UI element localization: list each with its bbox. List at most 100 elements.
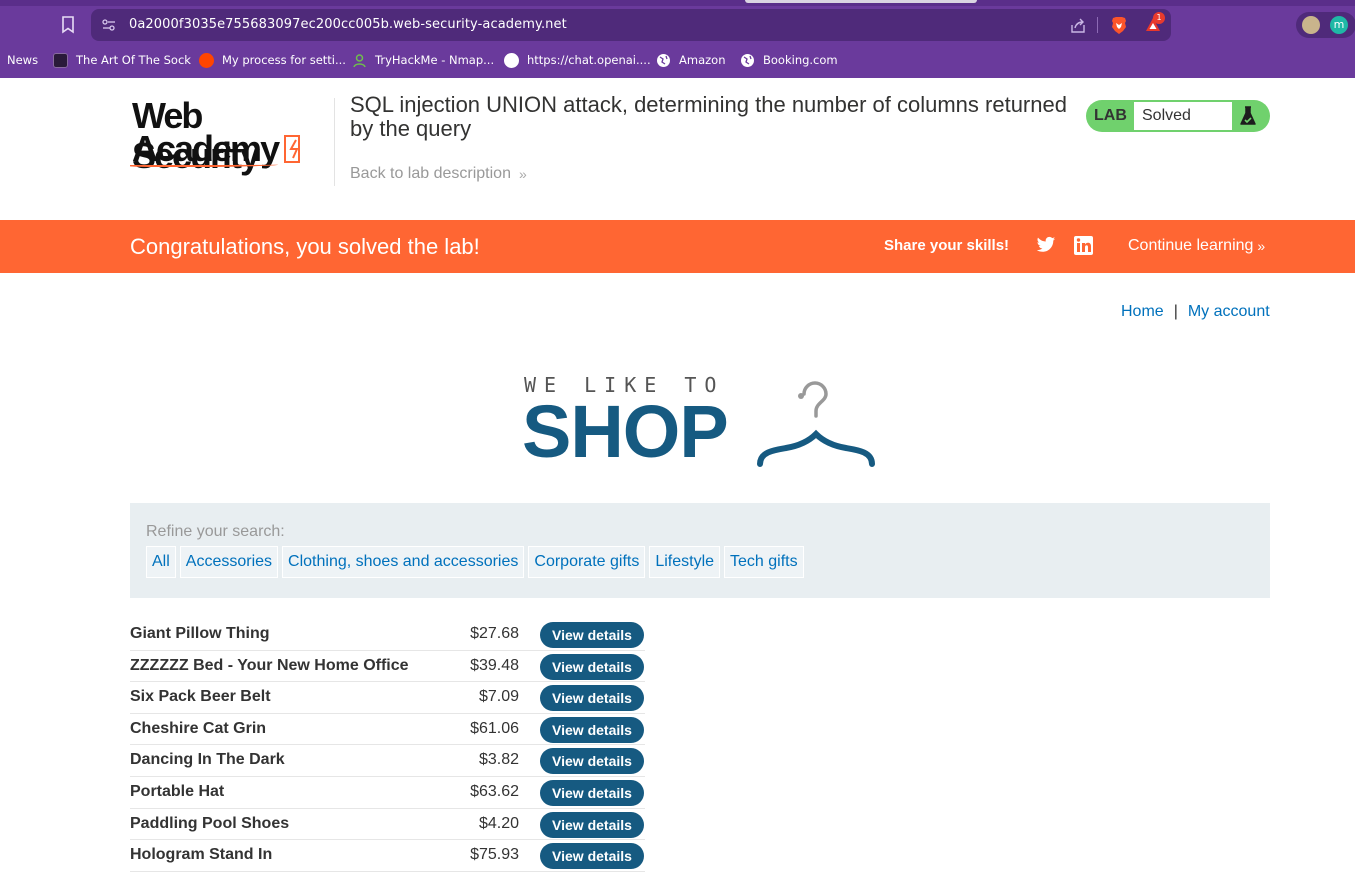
continue-learning-label: Continue learning	[1128, 237, 1254, 254]
table-row: Dancing In The Dark $3.82 View details	[130, 745, 645, 777]
filter-tech-gifts[interactable]: Tech gifts	[724, 546, 804, 578]
share-skills-label: Share your skills!	[884, 237, 1010, 254]
avatar[interactable]	[1302, 16, 1320, 34]
double-chevron-right-icon: »	[1257, 238, 1266, 254]
lab-status-label: LAB	[1094, 107, 1127, 124]
lab-status-value: Solved	[1142, 107, 1191, 124]
bookmark-label: News	[7, 53, 39, 67]
product-price: $39.48	[470, 656, 519, 674]
table-row: Paddling Pool Shoes $4.20 View details	[130, 809, 645, 841]
top-nav: Home | My account	[1121, 303, 1270, 321]
table-row: Six Pack Beer Belt $7.09 View details	[130, 682, 645, 714]
lab-status-value-box: Solved	[1134, 102, 1232, 130]
bookmark-label: My process for setti...	[222, 53, 346, 67]
bookmark-label: The Art Of The Sock	[76, 53, 191, 67]
bookmark-page-icon[interactable]	[58, 15, 78, 35]
globe-icon	[656, 53, 671, 68]
product-name: Cheshire Cat Grin	[130, 719, 267, 737]
filter-corporate-gifts[interactable]: Corporate gifts	[528, 546, 646, 578]
header-divider	[334, 98, 335, 186]
flask-icon	[1236, 104, 1260, 128]
product-price: $63.62	[470, 782, 519, 800]
linkedin-icon[interactable]	[1074, 236, 1093, 255]
home-link[interactable]: Home	[1121, 303, 1164, 321]
share-icon[interactable]	[1069, 17, 1087, 35]
bookmark-news[interactable]: News	[7, 51, 38, 69]
double-chevron-right-icon: »	[518, 166, 527, 182]
product-price: $4.20	[478, 814, 519, 832]
view-details-button[interactable]: View details	[540, 779, 644, 806]
product-name: Portable Hat	[130, 782, 225, 800]
view-details-button[interactable]: View details	[540, 748, 644, 775]
filter-accessories[interactable]: Accessories	[179, 546, 279, 578]
address-bar-divider	[1097, 17, 1098, 33]
category-filters: All Accessories Clothing, shoes and acce…	[146, 546, 808, 578]
web-security-academy-logo[interactable]: Web Security Academy	[130, 96, 335, 176]
url-text[interactable]: 0a2000f3035e755683097ec200cc005b.web-sec…	[129, 17, 567, 32]
academy-header: Web Security Academy SQL injection UNION…	[0, 78, 1355, 220]
tab-edge[interactable]	[745, 0, 977, 3]
my-account-link[interactable]: My account	[1188, 303, 1270, 321]
filter-lifestyle[interactable]: Lifestyle	[649, 546, 721, 578]
brave-shields-icon[interactable]	[1109, 15, 1129, 35]
reddit-icon	[199, 52, 214, 68]
refine-search-label: Refine your search:	[146, 523, 285, 540]
product-name: Giant Pillow Thing	[130, 625, 270, 642]
congratulations-message: Congratulations, you solved the lab!	[130, 234, 480, 259]
shop-logo: WE LIKE TO SHOP	[520, 370, 880, 473]
bookmark-amazon[interactable]: Amazon	[656, 51, 725, 69]
table-row: Portable Hat $63.62 View details	[130, 777, 645, 809]
bookmark-booking[interactable]: Booking.com	[740, 51, 838, 69]
view-details-button[interactable]: View details	[540, 685, 644, 712]
back-to-lab-description-link[interactable]: Back to lab description »	[350, 165, 527, 183]
table-row: Giant Pillow Thing $27.68 View details	[130, 619, 645, 651]
bookmark-reddit[interactable]: My process for setti...	[199, 51, 346, 69]
table-row: Hologram Stand In $75.93 View details	[130, 840, 645, 872]
tryhackme-icon	[352, 53, 367, 68]
product-name: ZZZZZZ Bed - Your New Home Office	[130, 656, 409, 674]
shop-logo-title: SHOP	[522, 390, 729, 473]
profile-avatar[interactable]: m	[1330, 16, 1348, 34]
view-details-button[interactable]: View details	[540, 653, 644, 680]
product-name: Hologram Stand In	[130, 846, 273, 864]
tab-strip	[0, 0, 1355, 6]
solved-banner: Congratulations, you solved the lab! Sha…	[0, 220, 1355, 273]
view-details-button[interactable]: View details	[540, 843, 644, 870]
bookmark-art-of-the-sock[interactable]: The Art Of The Sock	[53, 51, 191, 69]
product-price: $75.93	[470, 846, 519, 864]
table-row: Cheshire Cat Grin $61.06 View details	[130, 714, 645, 746]
filter-all[interactable]: All	[146, 546, 176, 578]
site-settings-icon[interactable]	[101, 17, 117, 33]
bookmark-openai[interactable]: https://chat.openai....	[504, 51, 651, 69]
product-name: Six Pack Beer Belt	[130, 688, 271, 706]
academy-bolt-icon	[283, 134, 311, 166]
sock-site-icon	[53, 52, 68, 68]
view-details-button[interactable]: View details	[540, 622, 644, 648]
filter-clothing[interactable]: Clothing, shoes and accessories	[282, 546, 525, 578]
product-table: Giant Pillow Thing $27.68 View details Z…	[130, 619, 645, 872]
bookmark-label: TryHackMe - Nmap...	[375, 53, 495, 67]
bookmark-tryhackme[interactable]: TryHackMe - Nmap...	[352, 51, 494, 69]
product-price: $3.82	[478, 751, 519, 769]
view-details-button[interactable]: View details	[540, 716, 644, 743]
rewards-badge: 1	[1153, 12, 1165, 24]
address-bar[interactable]: 0a2000f3035e755683097ec200cc005b.web-sec…	[91, 9, 1171, 41]
view-details-button[interactable]: View details	[540, 811, 644, 838]
product-name: Paddling Pool Shoes	[130, 814, 290, 832]
bookmark-label: Booking.com	[763, 53, 838, 67]
filter-panel: Refine your search: All Accessories Clot…	[130, 503, 1270, 598]
lab-title: SQL injection UNION attack, determining …	[350, 92, 1067, 141]
product-price: $27.68	[470, 625, 519, 642]
profile-switcher[interactable]: m	[1296, 12, 1355, 38]
bookmarks-bar: News The Art Of The Sock My process for …	[0, 48, 1355, 70]
twitter-icon[interactable]	[1036, 236, 1056, 256]
product-name: Dancing In The Dark	[130, 751, 285, 769]
continue-learning-link[interactable]: Continue learning »	[1128, 237, 1265, 255]
bookmark-label: https://chat.openai....	[527, 53, 651, 67]
product-price: $7.09	[478, 688, 519, 706]
nav-separator: |	[1173, 303, 1178, 320]
openai-icon	[504, 52, 519, 68]
product-price: $61.06	[470, 719, 519, 737]
lab-status-badge: LAB Solved	[1086, 100, 1270, 132]
back-link-label: Back to lab description	[350, 165, 511, 182]
